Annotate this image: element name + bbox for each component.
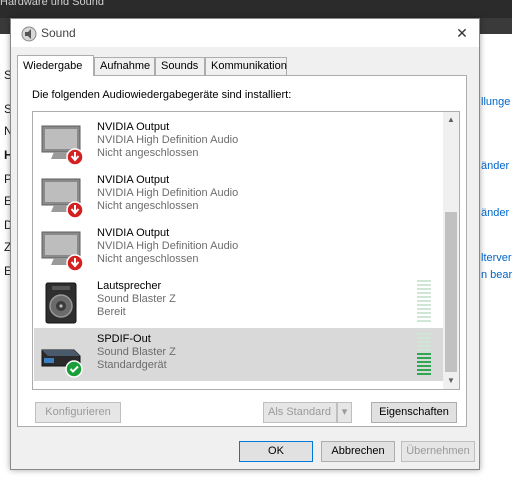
meter-segment xyxy=(417,284,431,286)
device-name: NVIDIA Output xyxy=(97,174,170,186)
meter-segment xyxy=(417,345,431,347)
meter-segment xyxy=(417,361,431,363)
device-status: Nicht angeschlossen xyxy=(97,200,199,212)
background-window-title: Hardware und Sound xyxy=(0,0,104,8)
tab-kommunikation[interactable]: Kommunikation xyxy=(205,57,287,75)
background-link[interactable]: llunge xyxy=(481,96,510,108)
device-driver: Sound Blaster Z xyxy=(97,346,176,358)
device-name: Lautsprecher xyxy=(97,280,162,292)
monitor-disconnected-icon xyxy=(41,231,84,272)
meter-segment xyxy=(417,373,431,375)
background-link[interactable]: lterver xyxy=(481,252,512,264)
device-item[interactable]: Lautsprecher Sound Blaster Z Bereit xyxy=(34,275,443,328)
background-link[interactable]: n bear xyxy=(481,269,512,281)
device-item[interactable]: NVIDIA Output NVIDIA High Definition Aud… xyxy=(34,169,443,222)
configure-button[interactable]: Konfigurieren xyxy=(35,402,121,423)
meter-segment xyxy=(417,320,431,322)
close-button[interactable]: ✕ xyxy=(445,19,479,47)
playback-tab-panel: Die folgenden Audiowiedergabegeräte sind… xyxy=(17,75,467,427)
speaker-icon xyxy=(45,282,77,324)
meter-segment xyxy=(417,316,431,318)
scroll-up-icon[interactable]: ▲ xyxy=(443,112,459,128)
tab-wiedergabe[interactable]: Wiedergabe xyxy=(17,55,94,76)
monitor-disconnected-icon xyxy=(41,178,84,219)
level-meter xyxy=(417,280,431,324)
apply-button[interactable]: Übernehmen xyxy=(401,441,475,462)
properties-button[interactable]: Eigenschaften xyxy=(371,402,457,423)
sound-dialog: Sound ✕ Wiedergabe Aufnahme Sounds Kommu… xyxy=(10,18,480,470)
monitor-disconnected-icon xyxy=(41,125,84,166)
device-name: SPDIF-Out xyxy=(97,333,151,345)
meter-segment xyxy=(417,312,431,314)
meter-segment xyxy=(417,341,431,343)
set-default-dropdown[interactable]: ▾ xyxy=(337,402,352,423)
meter-segment xyxy=(417,349,431,351)
meter-segment xyxy=(417,369,431,371)
device-item[interactable]: NVIDIA Output NVIDIA High Definition Aud… xyxy=(34,116,443,169)
speaker-app-icon xyxy=(21,26,37,42)
device-name: NVIDIA Output xyxy=(97,227,170,239)
meter-segment xyxy=(417,357,431,359)
meter-segment xyxy=(417,288,431,290)
ok-button[interactable]: OK xyxy=(239,441,313,462)
set-default-button[interactable]: Als Standard xyxy=(263,402,337,423)
instruction-text: Die folgenden Audiowiedergabegeräte sind… xyxy=(32,89,292,101)
device-item-selected[interactable]: SPDIF-Out Sound Blaster Z Standardgerät xyxy=(34,328,443,381)
meter-segment xyxy=(417,280,431,282)
device-driver: NVIDIA High Definition Audio xyxy=(97,187,239,199)
meter-segment xyxy=(417,308,431,310)
device-item[interactable]: NVIDIA Output NVIDIA High Definition Aud… xyxy=(34,222,443,275)
background-window-titlebar: Hardware und Sound xyxy=(0,0,512,18)
device-status: Standardgerät xyxy=(97,359,167,371)
device-status: Bereit xyxy=(97,306,126,318)
spdif-default-icon xyxy=(41,349,83,378)
scroll-down-icon[interactable]: ▼ xyxy=(443,373,459,389)
background-link[interactable]: änder xyxy=(481,160,509,172)
meter-segment xyxy=(417,304,431,306)
meter-segment xyxy=(417,296,431,298)
tab-aufnahme[interactable]: Aufnahme xyxy=(94,57,155,75)
device-driver: NVIDIA High Definition Audio xyxy=(97,134,239,146)
close-icon: ✕ xyxy=(456,25,468,41)
device-status: Nicht angeschlossen xyxy=(97,253,199,265)
meter-segment xyxy=(417,300,431,302)
scrollbar-thumb[interactable] xyxy=(445,212,457,372)
device-list: NVIDIA Output NVIDIA High Definition Aud… xyxy=(32,111,460,390)
device-status: Nicht angeschlossen xyxy=(97,147,199,159)
meter-segment xyxy=(417,365,431,367)
vertical-scrollbar[interactable]: ▲ ▼ xyxy=(443,112,459,389)
level-meter xyxy=(417,333,431,377)
device-driver: Sound Blaster Z xyxy=(97,293,176,305)
device-driver: NVIDIA High Definition Audio xyxy=(97,240,239,252)
cancel-button[interactable]: Abbrechen xyxy=(321,441,395,462)
dialog-titlebar[interactable]: Sound ✕ xyxy=(11,19,479,47)
device-name: NVIDIA Output xyxy=(97,121,170,133)
tab-sounds[interactable]: Sounds xyxy=(155,57,205,75)
dialog-title: Sound xyxy=(41,26,76,40)
meter-segment xyxy=(417,337,431,339)
meter-segment xyxy=(417,333,431,335)
chevron-down-icon: ▾ xyxy=(341,406,348,418)
meter-segment xyxy=(417,292,431,294)
background-link[interactable]: änder xyxy=(481,207,509,219)
meter-segment xyxy=(417,353,431,355)
